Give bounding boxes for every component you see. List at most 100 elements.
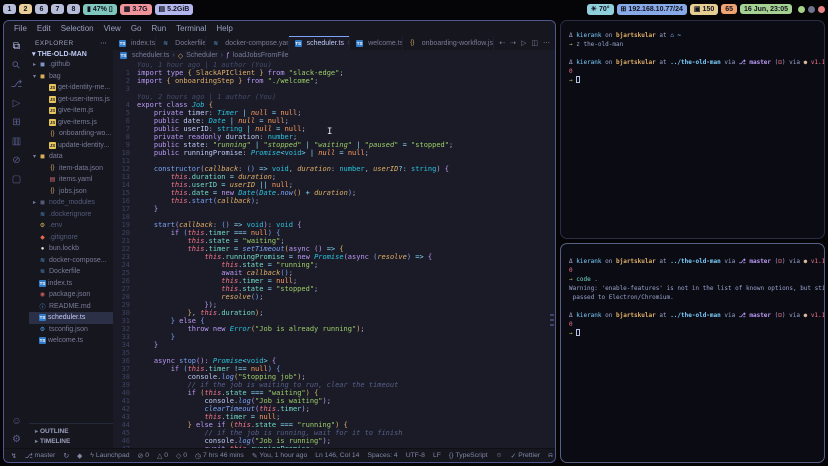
live-share-icon[interactable]: ⊘	[12, 155, 20, 166]
explorer-icon[interactable]: ⧉	[13, 41, 20, 52]
launchpad[interactable]: ϟ Launchpad	[90, 452, 129, 460]
outline-section[interactable]: ▸ OUTLINE	[29, 426, 113, 436]
file-tree-item[interactable]: ≋ .dockerignore	[29, 209, 113, 221]
menu-selection[interactable]: Selection	[56, 24, 99, 33]
workspace-root-folder[interactable]: ▾ THE-OLD-MAN	[29, 49, 113, 59]
remote-explorer-icon[interactable]: ▥	[12, 136, 21, 147]
chat-icon[interactable]: ▢	[12, 174, 21, 185]
menu-edit[interactable]: Edit	[32, 24, 56, 33]
problems-errors[interactable]: ⊘ 0	[138, 452, 149, 460]
nav-back-icon[interactable]: ⇠	[499, 39, 505, 47]
weather[interactable]: ☀ 70°	[586, 3, 614, 15]
settings-gear-icon[interactable]: ⚙	[12, 434, 21, 445]
file-tree-item[interactable]: ▸ ◼ node_modules	[29, 197, 113, 209]
more-actions-icon[interactable]: ⋯	[543, 39, 550, 47]
workspace-2[interactable]: 2	[19, 4, 32, 14]
terminal-window-bottom[interactable]: Δ kierank on bjartskular at ../the-old-m…	[560, 243, 825, 463]
file-tree-item[interactable]: ▾ ◼ data	[29, 151, 113, 163]
remote-indicator-icon[interactable]: ↯	[11, 452, 17, 460]
file-tree-item[interactable]: {} onboarding-wo...	[29, 128, 113, 140]
file-tree-item[interactable]: ⓘ README.md	[29, 301, 113, 313]
clock[interactable]: 16 Jun, 23:05	[740, 4, 792, 14]
file-tree-item[interactable]: JS give-items.js	[29, 117, 113, 129]
blame[interactable]: ✎ You, 1 hour ago	[252, 452, 307, 460]
problems-warnings[interactable]: △ 0	[157, 452, 168, 460]
tab-Dockerfile[interactable]: ≋ Dockerfile	[156, 36, 207, 50]
battery[interactable]: ▮ 47% ▯	[83, 3, 117, 15]
breadcrumb-file[interactable]: scheduler.ts	[132, 52, 169, 59]
notifications-bell-icon[interactable]: ⍾	[548, 452, 553, 460]
explorer-more-icon[interactable]: ⋯	[100, 39, 107, 47]
file-tree-item[interactable]: JS get-user-items.js	[29, 94, 113, 106]
menu-terminal[interactable]: Terminal	[171, 24, 211, 33]
file-tree-item[interactable]: JS give-item.js	[29, 105, 113, 117]
tray-icon-3[interactable]	[818, 5, 825, 13]
file-tree-item[interactable]: JS get-identity-me...	[29, 82, 113, 94]
formatter-prettier[interactable]: ✓ Prettier	[511, 452, 541, 460]
sync-icon[interactable]: ↻	[63, 452, 69, 460]
run-debug-icon[interactable]: ▷	[13, 98, 21, 109]
memory[interactable]: ▤ 5.2GiB	[154, 3, 194, 15]
file-tree-item[interactable]: JS update-identity...	[29, 140, 113, 152]
workspace-1[interactable]: 1	[3, 4, 16, 14]
metric-yellow[interactable]: ▣ 150	[689, 3, 719, 15]
code-editor[interactable]: You, 1 hour ago | 1 author (You) 1 import …	[113, 61, 555, 448]
git-branch[interactable]: ⎇ master	[25, 452, 56, 460]
menu-view[interactable]: View	[99, 24, 126, 33]
menu-go[interactable]: Go	[126, 24, 147, 33]
menu-file[interactable]: File	[9, 24, 32, 33]
workspace-7[interactable]: 7	[51, 4, 64, 14]
extensions-icon[interactable]: ⊞	[12, 117, 20, 128]
file-tree-item[interactable]: {} jobs.json	[29, 186, 113, 198]
ports[interactable]: ◇ 0	[176, 452, 187, 460]
metric-orange[interactable]: 65	[721, 4, 738, 14]
eol[interactable]: LF	[433, 452, 441, 460]
split-editor-icon[interactable]: ◫	[531, 39, 538, 47]
cursor-position[interactable]: Ln 146, Col 14	[315, 452, 359, 460]
indentation[interactable]: Spaces: 4	[367, 452, 397, 460]
workspace-6[interactable]: 6	[35, 4, 48, 14]
file-tree-item[interactable]: {} item-data.json	[29, 163, 113, 175]
account-icon[interactable]: ☺	[11, 416, 21, 427]
search-icon[interactable]: ⚲	[10, 59, 23, 72]
source-control-icon[interactable]: ⎇	[11, 79, 23, 90]
network-ip[interactable]: ⊞ 192.168.10.77/24	[616, 3, 687, 15]
file-tree-item[interactable]: ◉ package.json	[29, 289, 113, 301]
file-tree-item[interactable]: ▾ ◼ bag	[29, 71, 113, 83]
file-tree-item[interactable]: ⚙ tsconfig.json	[29, 324, 113, 336]
run-file-icon[interactable]: ▷	[521, 39, 526, 47]
tray-icon-1[interactable]	[798, 5, 805, 13]
menu-run[interactable]: Run	[146, 24, 171, 33]
breadcrumb[interactable]: TS scheduler.ts › ◇ Scheduler › ƒ loadJobsFromF…	[113, 50, 555, 61]
file-tree-item[interactable]: ⚙ .env	[29, 220, 113, 232]
breadcrumb-member[interactable]: loadJobsFromFile	[233, 52, 289, 59]
file-tree-item[interactable]: ▤ items.yaml	[29, 174, 113, 186]
wakatime[interactable]: ◷ 7 hrs 46 mins	[195, 452, 244, 460]
feedback-icon[interactable]: ☺	[496, 452, 503, 460]
menu-help[interactable]: Help	[211, 24, 237, 33]
language-mode[interactable]: {} TypeScript	[449, 452, 488, 460]
tab-onboarding-workflow.json[interactable]: {} onboarding-workflow.json	[403, 36, 495, 50]
nav-forward-icon[interactable]: ⇢	[510, 39, 516, 47]
file-tree-item[interactable]: TS welcome.ts	[29, 335, 113, 347]
file-tree-item[interactable]: ● bun.lockb	[29, 243, 113, 255]
file-tree-item[interactable]: ▸ ◼ .github	[29, 59, 113, 71]
file-tree-item[interactable]: ≋ docker-compose...	[29, 255, 113, 267]
terminal-window-top[interactable]: Δ kierank on bjartskular at ⌂ ~ → z the-o…	[560, 20, 825, 239]
file-tree-item[interactable]: TS scheduler.ts	[29, 312, 113, 324]
file-tree-item[interactable]: ≋ Dockerfile	[29, 266, 113, 278]
tray-icon-2[interactable]	[808, 5, 815, 13]
breadcrumb-symbol[interactable]: Scheduler	[186, 52, 218, 59]
overview-ruler[interactable]	[550, 314, 554, 329]
tab-scheduler.ts[interactable]: TSscheduler.ts×	[288, 36, 351, 50]
tab-docker-compose.yaml[interactable]: ≋ docker-compose.yaml	[206, 36, 289, 50]
tab-welcome.ts[interactable]: TS welcome.ts	[350, 36, 403, 50]
tab-index.ts[interactable]: TS index.ts	[113, 36, 157, 50]
encoding[interactable]: UTF-8	[406, 452, 425, 460]
timeline-section[interactable]: ▸ TIMELINE	[29, 436, 113, 446]
workspace-8[interactable]: 8	[67, 4, 80, 14]
file-tree-item[interactable]: ◆ .gitignore	[29, 232, 113, 244]
cpu[interactable]: ▦ 3.7G	[119, 3, 152, 15]
file-tree-item[interactable]: TS index.ts	[29, 278, 113, 290]
gitlens-icon[interactable]: ◆	[77, 452, 82, 460]
